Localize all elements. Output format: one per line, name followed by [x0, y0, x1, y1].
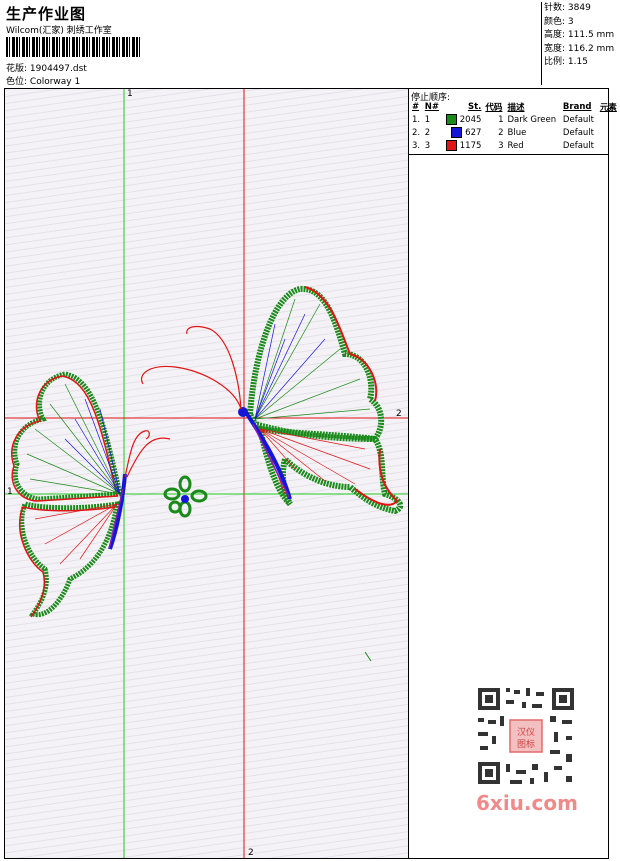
right-butterfly [141, 285, 404, 515]
col-st: St. [467, 102, 482, 112]
barcode [6, 37, 141, 57]
table-header-row: # N# St. 代码 描述 Brand 元素 [410, 101, 620, 113]
table-row: 2. 2 627 2 Blue Default [412, 127, 594, 138]
guide-label-h1: 1 [7, 487, 13, 497]
colorway-label: 色位: [6, 77, 28, 87]
document-title: 生产作业图 [6, 5, 87, 23]
stat-stitches: 针数: 3849 [544, 3, 591, 13]
guide-label-h2: 2 [396, 409, 402, 419]
stat-width: 宽度: 116.2 mm [544, 43, 615, 54]
watermark-text: 6xiu.com [476, 791, 578, 815]
svg-text:汉仪: 汉仪 [517, 727, 535, 738]
col-element: 元素 [599, 103, 617, 113]
pattern-label: 花版: [6, 64, 28, 74]
col-brand: Brand [562, 102, 592, 112]
col-code: 代码 [485, 103, 503, 113]
small-flower [163, 475, 208, 518]
stat-colors: 颜色: 3 [544, 16, 574, 27]
stop-sequence-table: # N# St. 代码 描述 Brand 元素 1. 1 2045 1 Dark… [410, 101, 620, 152]
col-desc: 描述 [507, 103, 525, 113]
stat-height: 高度: 111.5 mm [544, 30, 615, 40]
guide-label-v1: 1 [127, 89, 133, 99]
pattern-info: 花版: 1904497.dst [6, 61, 87, 74]
qr-code: 汉仪 图标 [470, 680, 582, 792]
stat-scale: 比例: 1.15 [544, 57, 588, 67]
table-row: 1. 1 2045 1 Dark Green Default [412, 114, 594, 125]
left-butterfly [11, 371, 171, 618]
color-swatch [451, 127, 463, 138]
stop-sequence-divider [409, 154, 609, 155]
embroidery-design [5, 89, 408, 858]
color-swatch [446, 114, 458, 125]
pattern-value: 1904497.dst [29, 64, 87, 74]
panel-divider [408, 88, 409, 859]
table-row: 3. 3 1175 3 Red Default [412, 140, 594, 151]
stats-panel: 针数: 3849 颜色: 3 高度: 111.5 mm 宽度: 116.2 mm… [541, 2, 619, 85]
svg-text:图标: 图标 [517, 738, 535, 750]
colorway-value: Colorway 1 [29, 77, 81, 87]
col-num: # [412, 102, 420, 112]
color-swatch [446, 140, 458, 151]
col-n: N# [424, 102, 440, 112]
colorway-info: 色位: Colorway 1 [6, 74, 80, 87]
studio-name: Wilcom(汇家) 刺绣工作室 [6, 26, 112, 36]
guide-label-v2: 2 [248, 848, 254, 858]
